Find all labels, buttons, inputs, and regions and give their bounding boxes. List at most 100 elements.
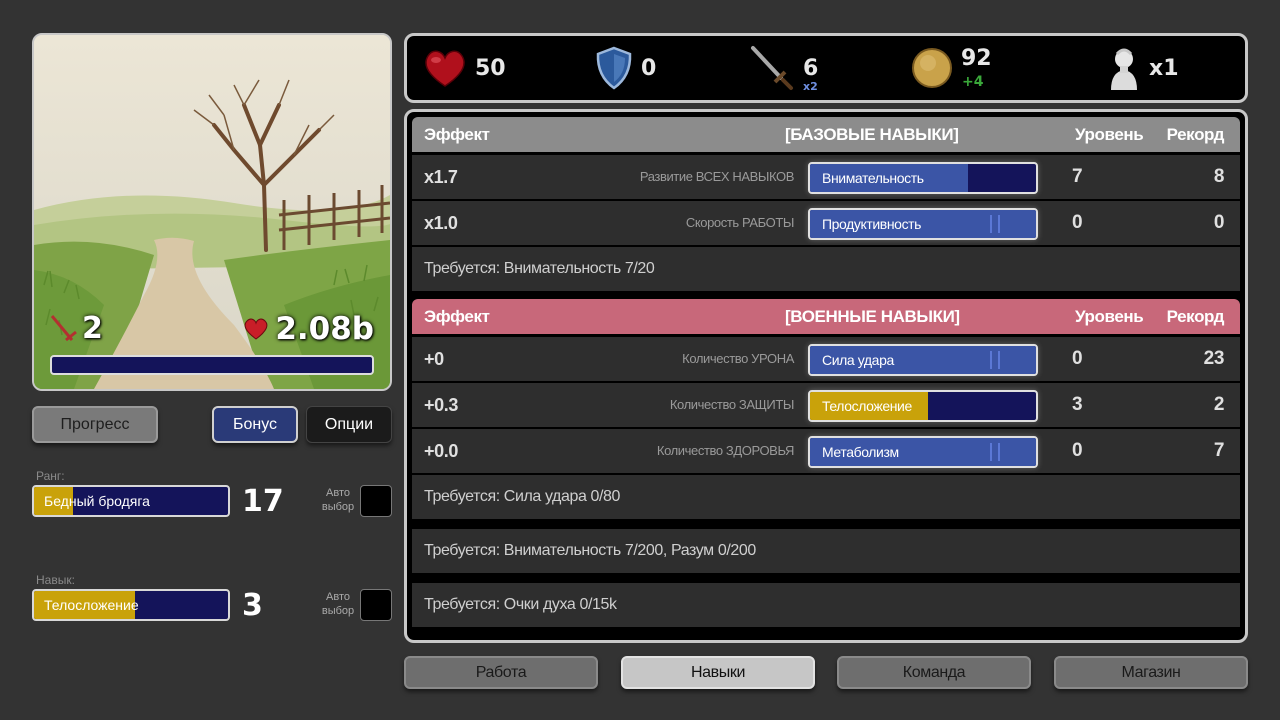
skill-button-constitution[interactable]: Телосложение [808,390,1038,422]
level-column-header: Уровень [1075,307,1144,326]
skill-name: Телосложение [822,398,912,414]
skill-effect: x1.0 [424,213,458,233]
rank-level: 17 [242,484,284,519]
health-stat: 50 [423,36,506,100]
skill-name: Телосложение [44,597,139,613]
skill-row: x1.7 Развитие ВСЕХ НАВЫКОВ Внимательност… [412,155,1240,199]
requirement-row: Требуется: Очки духа 0/15k [412,583,1240,627]
pause-icon [990,215,1000,233]
bust-stat: x1 [1107,36,1179,100]
bust-icon [1111,48,1137,90]
military-skills-header: Эффект [ВОЕННЫЕ НАВЫКИ] Уровень Рекорд [412,299,1240,334]
skill-row: x1.0 Скорость РАБОТЫ Продуктивность 0 0 [412,201,1240,245]
attack-stat: 6 x2 [747,36,818,100]
skill-auto-label: Авто выбор [321,591,355,617]
skill-effect: x1.7 [424,167,458,187]
progress-button[interactable]: Прогресс [32,406,158,443]
skill-row: +0 Количество УРОНА Сила удара 0 23 [412,337,1240,381]
rank-auto-checkbox[interactable] [360,485,392,517]
attack-value: 6 [803,55,819,81]
attack-multiplier: x2 [803,80,818,93]
coin-icon [912,48,952,88]
skill-row: +0.0 Количество ЗДОРОВЬЯ Метаболизм 0 7 [412,429,1240,473]
skill-level: 3 [242,588,263,623]
requirement-text: Требуется: Внимательность 7/200, Разум 0… [424,542,756,559]
skill-description: Количество ЗДОРОВЬЯ [656,443,795,458]
skill-effect: +0 [424,349,444,369]
military-skills-title: [ВОЕННЫЕ НАВЫКИ] [785,307,960,326]
skill-level: 0 [1072,440,1083,461]
skill-button-attention[interactable]: Внимательность [808,162,1038,194]
skill-record: 8 [1213,166,1225,187]
weapon-count: 2 [82,311,103,346]
skill-description: Количество ЗАЩИТЫ [669,397,795,412]
requirement-row: Требуется: Внимательность 7/20 [412,247,1240,291]
effect-column-header: Эффект [424,125,490,144]
skill-effect: +0.3 [424,395,458,415]
skill-record: 0 [1213,212,1225,233]
rank-bar[interactable]: Бедный бродяга [32,485,230,517]
enemy-health: 2.08b [243,311,374,347]
enemy-health-value: 2.08b [275,311,374,347]
skill-auto-checkbox[interactable] [360,589,392,621]
base-skills-header: Эффект [БАЗОВЫЕ НАВЫКИ] Уровень Рекорд [412,117,1240,152]
skill-name: Сила удара [822,352,894,368]
rank-name: Бедный бродяга [44,493,150,509]
skill-description: Количество УРОНА [682,351,794,366]
pause-icon [990,443,1000,461]
heart-icon [425,50,465,87]
skill-record: 2 [1213,394,1225,415]
sword-icon [751,46,793,90]
skill-description: Развитие ВСЕХ НАВЫКОВ [639,169,795,184]
skill-name: Продуктивность [822,216,922,232]
skills-panel: Эффект [БАЗОВЫЕ НАВЫКИ] Уровень Рекорд x… [404,109,1248,643]
skill-effect: +0.0 [424,441,458,461]
stats-bar: 50 0 6 x2 92 +4 x1 [404,33,1248,103]
sword-icon [50,314,77,341]
heart-icon [244,318,268,340]
location-picture: 2 2.08b [32,33,392,391]
record-column-header: Рекорд [1166,125,1225,144]
skill-row: +0.3 Количество ЗАЩИТЫ Телосложение 3 2 [412,383,1240,427]
shield-icon [596,46,632,90]
tab-shop[interactable]: Магазин [1054,656,1248,689]
skill-level: 0 [1072,212,1083,233]
skill-name: Внимательность [822,170,924,186]
skill-level: 7 [1072,166,1083,187]
enemy-progress-bar [50,355,374,375]
rank-label: Ранг: [36,469,65,483]
skill-button-productivity[interactable]: Продуктивность [808,208,1038,240]
skill-description: Скорость РАБОТЫ [685,215,795,230]
skill-record: 23 [1203,348,1225,369]
skill-button-strike-power[interactable]: Сила удара [808,344,1038,376]
skill-label: Навык: [36,573,75,587]
weapon-counter: 2 [48,311,103,346]
armor-stat: 0 [595,36,656,100]
coins-stat: 92 +4 [911,36,992,100]
requirement-text: Требуется: Очки духа 0/15k [424,596,617,613]
bust-multiplier: x1 [1149,55,1179,81]
skill-name: Метаболизм [822,444,899,460]
record-column-header: Рекорд [1166,307,1225,326]
tab-work[interactable]: Работа [404,656,598,689]
tab-skills[interactable]: Навыки [621,656,815,689]
requirement-row: Требуется: Сила удара 0/80 [412,475,1240,519]
coins-value: 92 [961,45,992,71]
skill-bar[interactable]: Телосложение [32,589,230,621]
skill-record: 7 [1213,440,1225,461]
bonus-button[interactable]: Бонус [212,406,298,443]
requirement-row: Требуется: Внимательность 7/200, Разум 0… [412,529,1240,573]
health-value: 50 [475,55,506,81]
skill-button-metabolism[interactable]: Метаболизм [808,436,1038,468]
requirement-text: Требуется: Сила удара 0/80 [424,488,621,505]
rank-auto-label: Авто выбор [321,487,355,513]
requirement-text: Требуется: Внимательность 7/20 [424,260,655,277]
coins-delta: +4 [962,74,984,90]
options-button[interactable]: Опции [306,406,392,443]
base-skills-title: [БАЗОВЫЕ НАВЫКИ] [785,125,959,144]
pause-icon [990,351,1000,369]
tab-team[interactable]: Команда [837,656,1031,689]
armor-value: 0 [641,55,657,81]
level-column-header: Уровень [1075,125,1144,144]
effect-column-header: Эффект [424,307,490,326]
